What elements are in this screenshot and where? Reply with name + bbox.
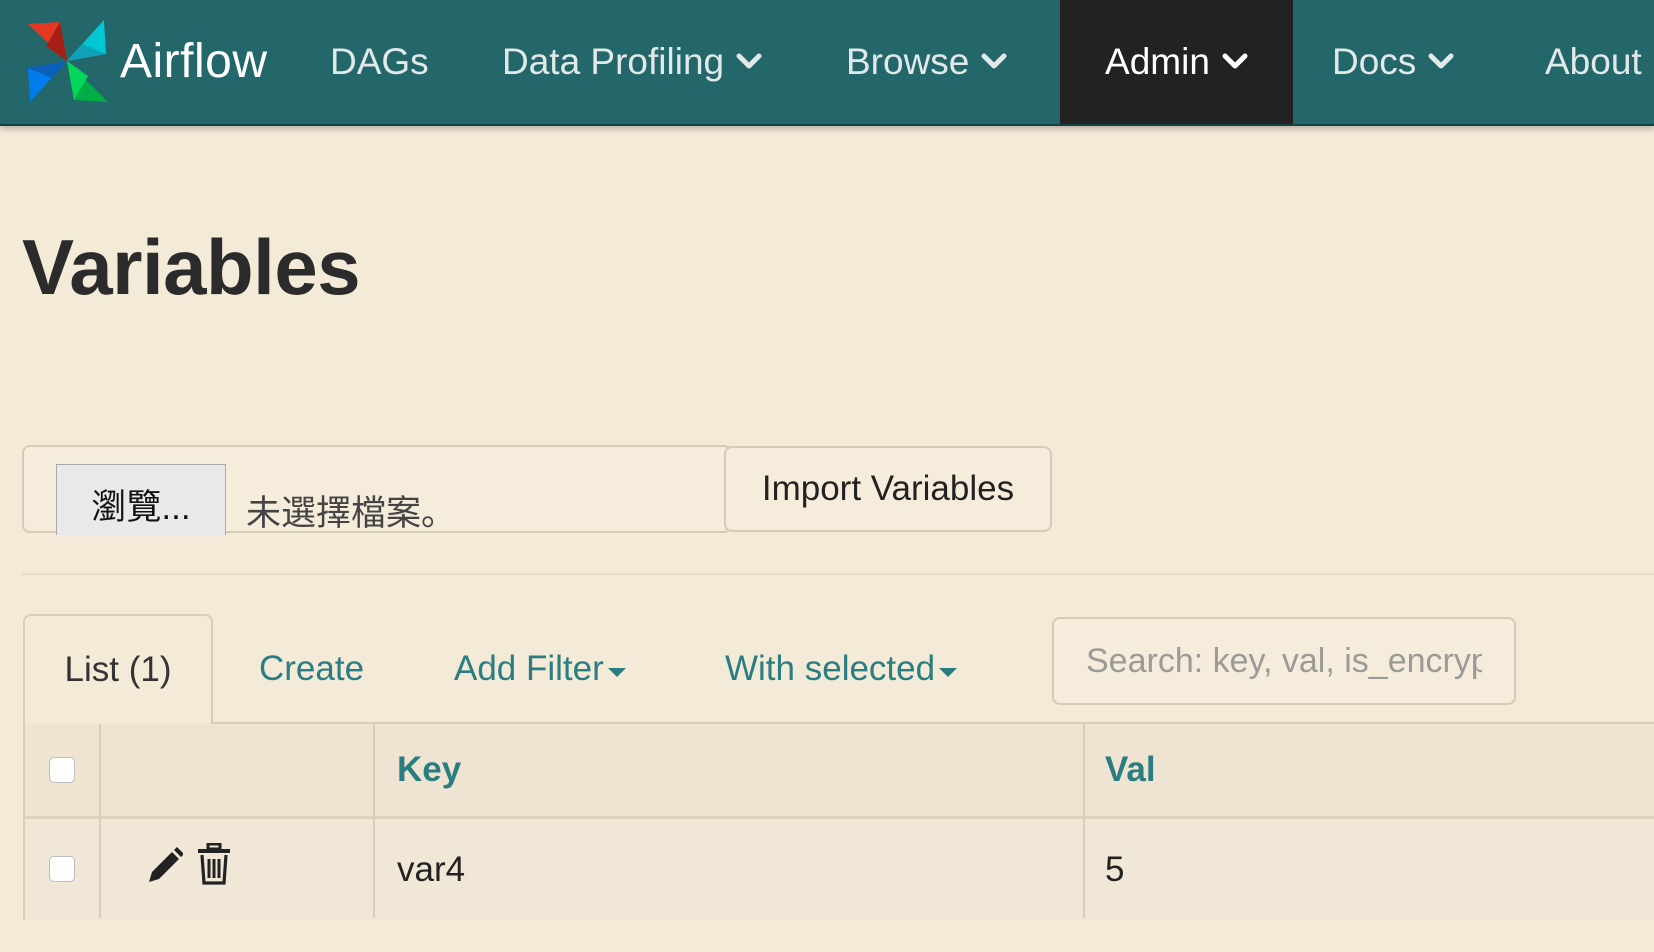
tab-add-filter-label: Add Filter	[454, 649, 604, 688]
airflow-logo-icon	[28, 20, 108, 102]
tab-create-label: Create	[259, 649, 365, 688]
nav-dags-label: DAGs	[330, 41, 429, 82]
cell-key: var4	[397, 849, 466, 889]
column-header-key[interactable]: Key	[397, 724, 461, 816]
nav-data-profiling-label: Data Profiling	[502, 41, 725, 82]
nav-docs[interactable]: Docs	[1332, 0, 1454, 124]
search-input[interactable]	[1052, 617, 1516, 705]
top-navbar: Airflow DAGs Data Profiling Browse Admin…	[0, 0, 1654, 126]
chevron-down-icon	[981, 52, 1007, 72]
chevron-down-icon	[736, 52, 762, 72]
nav-admin[interactable]: Admin	[1060, 0, 1293, 124]
nav-browse-label: Browse	[846, 41, 970, 82]
brand-name: Airflow	[120, 34, 268, 88]
brand-link[interactable]: Airflow	[24, 16, 268, 106]
tab-with-selected[interactable]: With selected	[725, 614, 958, 724]
tab-with-selected-label: With selected	[725, 649, 936, 688]
column-divider	[99, 724, 101, 918]
import-variables-button[interactable]: Import Variables	[724, 446, 1052, 532]
file-input[interactable]: 瀏覽... 未選擇檔案。	[22, 445, 732, 535]
caret-down-icon	[939, 667, 958, 677]
table-row	[25, 819, 1654, 920]
chevron-down-icon	[1428, 52, 1454, 72]
tab-add-filter[interactable]: Add Filter	[454, 614, 626, 724]
table-header-row	[25, 724, 1654, 816]
cell-val: 5	[1105, 849, 1125, 889]
tab-list[interactable]: List (1)	[23, 614, 213, 724]
nav-data-profiling[interactable]: Data Profiling	[502, 0, 762, 124]
nav-dags[interactable]: DAGs	[330, 0, 429, 124]
row-select-checkbox[interactable]	[49, 856, 75, 882]
pencil-icon[interactable]	[145, 846, 183, 886]
file-status-text: 未選擇檔案。	[246, 494, 457, 533]
divider	[22, 573, 1654, 575]
browse-file-button[interactable]: 瀏覽...	[56, 464, 226, 535]
nav-browse[interactable]: Browse	[846, 0, 1007, 124]
chevron-down-icon	[1222, 52, 1248, 72]
tab-create[interactable]: Create	[259, 614, 364, 724]
nav-about[interactable]: About	[1545, 0, 1642, 124]
column-header-val[interactable]: Val	[1105, 724, 1156, 816]
page-title: Variables	[22, 223, 361, 311]
nav-admin-label: Admin	[1105, 41, 1210, 82]
nav-about-label: About	[1545, 41, 1642, 82]
trash-icon[interactable]	[197, 843, 231, 885]
caret-down-icon	[607, 667, 626, 677]
select-all-checkbox[interactable]	[49, 757, 75, 783]
column-divider	[1083, 724, 1085, 918]
nav-docs-label: Docs	[1332, 41, 1417, 82]
column-divider	[373, 724, 375, 918]
variables-table: Key Val var4 5	[23, 722, 1654, 920]
